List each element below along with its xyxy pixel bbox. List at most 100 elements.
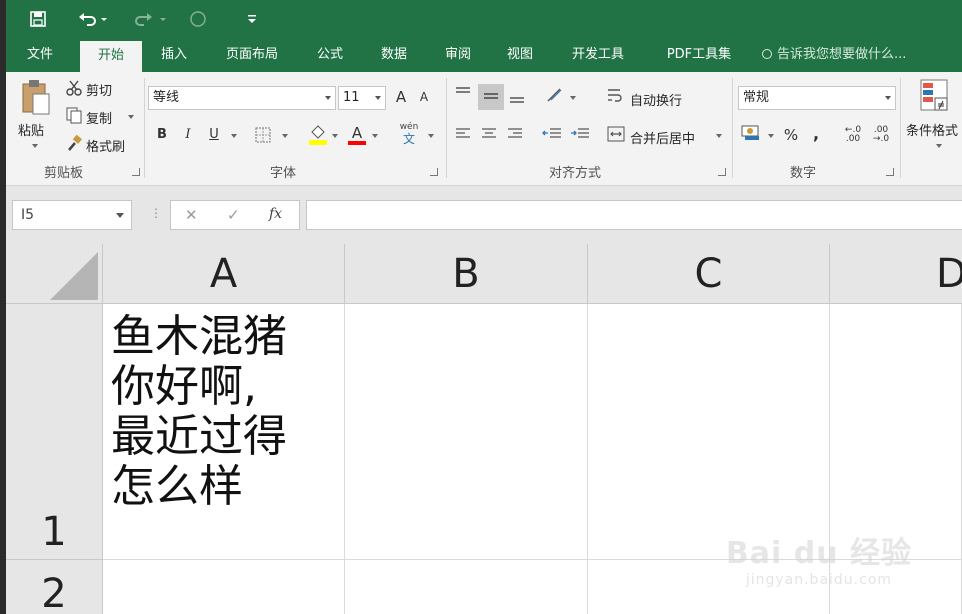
name-box[interactable]: I5	[12, 200, 132, 230]
tab-file[interactable]: 文件	[12, 38, 68, 72]
tab-formulas[interactable]: 公式	[306, 38, 354, 72]
title-bar	[6, 0, 962, 38]
number-launcher-icon[interactable]	[886, 168, 894, 176]
tab-insert[interactable]: 插入	[150, 38, 198, 72]
copy-button[interactable]: 复制	[86, 108, 112, 127]
paste-icon[interactable]	[16, 78, 56, 118]
scissors-icon[interactable]	[64, 79, 84, 97]
number-format-select[interactable]: 常规	[738, 86, 896, 110]
watermark-sub: jingyan.baidu.com	[745, 572, 893, 588]
column-header-c[interactable]: C	[588, 244, 830, 304]
cell-b2[interactable]	[345, 560, 588, 614]
insert-function-icon[interactable]: fx	[269, 206, 282, 222]
grow-font-button[interactable]: A	[392, 88, 410, 106]
paste-button[interactable]: 粘贴	[18, 120, 44, 139]
touch-mode-icon[interactable]	[186, 6, 210, 32]
resize-handle-icon[interactable]: ⋮	[150, 206, 162, 220]
wrap-text-icon[interactable]	[606, 88, 626, 106]
tab-home[interactable]: 开始	[80, 41, 142, 72]
cell-b1[interactable]	[345, 304, 588, 560]
clipboard-launcher-icon[interactable]	[132, 168, 140, 176]
column-header-b[interactable]: B	[345, 244, 588, 304]
enter-icon[interactable]: ✓	[227, 206, 240, 224]
paste-dropdown-icon[interactable]	[32, 144, 38, 148]
format-painter-icon[interactable]	[64, 134, 84, 152]
comma-style-button[interactable]: ,	[810, 124, 822, 143]
align-center-icon[interactable]	[480, 127, 498, 143]
accounting-format-icon[interactable]	[740, 124, 764, 144]
number-format-value: 常规	[743, 90, 770, 105]
merge-dropdown-icon[interactable]	[716, 134, 722, 138]
conditional-format-dropdown-icon[interactable]	[936, 144, 942, 148]
tab-developer[interactable]: 开发工具	[560, 38, 636, 72]
cell-a1-text: 鱼木混猪 你好啊, 最近过得 怎么样	[111, 311, 287, 512]
cell-c1[interactable]	[588, 304, 830, 560]
align-bottom-icon[interactable]	[508, 90, 526, 108]
alignment-launcher-icon[interactable]	[718, 168, 726, 176]
select-all-button[interactable]	[6, 244, 103, 304]
redo-icon[interactable]	[130, 6, 170, 32]
fill-color-dropdown-icon[interactable]	[332, 134, 338, 138]
increase-decimal-button[interactable]: ←.0 .00	[842, 126, 866, 144]
borders-icon[interactable]	[254, 127, 272, 143]
tell-me-search[interactable]: 告诉我您想要做什么...	[762, 38, 906, 72]
bold-button[interactable]: B	[154, 127, 170, 142]
font-launcher-icon[interactable]	[430, 168, 438, 176]
font-size-value: 11	[343, 90, 360, 105]
copy-dropdown-icon[interactable]	[128, 115, 134, 119]
phonetic-icon[interactable]: wén 文	[396, 122, 422, 146]
clipboard-group-label: 剪贴板	[44, 166, 84, 181]
row-header-2[interactable]: 2	[6, 560, 103, 614]
align-left-icon[interactable]	[454, 127, 472, 143]
cell-a2[interactable]	[103, 560, 345, 614]
column-header-d[interactable]: D	[830, 244, 962, 304]
cell-d1[interactable]	[830, 304, 962, 560]
phonetic-dropdown-icon[interactable]	[428, 134, 434, 138]
increase-indent-icon[interactable]	[570, 127, 590, 143]
save-icon[interactable]	[26, 6, 50, 32]
merge-center-icon[interactable]	[606, 126, 626, 144]
orientation-icon[interactable]	[544, 86, 566, 106]
align-right-icon[interactable]	[506, 127, 524, 143]
merge-center-button[interactable]: 合并后居中	[630, 128, 695, 147]
orientation-dropdown-icon[interactable]	[570, 96, 576, 100]
decrease-decimal-button[interactable]: .00 →.0	[870, 126, 894, 144]
formula-input[interactable]	[306, 200, 962, 230]
decrease-decimal-label: .00 →.0	[872, 125, 892, 144]
accounting-dropdown-icon[interactable]	[768, 134, 774, 138]
tab-review[interactable]: 审阅	[434, 38, 482, 72]
font-color-dropdown-icon[interactable]	[372, 134, 378, 138]
cell-a1[interactable]: 鱼木混猪 你好啊, 最近过得 怎么样	[103, 304, 345, 560]
font-color-icon[interactable]: A	[348, 124, 366, 146]
alignment-group-label: 对齐方式	[549, 166, 602, 181]
conditional-format-button[interactable]: 条件格式	[906, 120, 958, 139]
font-size-select[interactable]: 11	[338, 86, 386, 110]
align-top-icon[interactable]	[454, 86, 472, 104]
copy-icon[interactable]	[64, 106, 84, 124]
font-name-select[interactable]: 等线	[148, 86, 336, 110]
fill-color-icon[interactable]	[308, 124, 328, 146]
name-box-value: I5	[21, 207, 35, 223]
format-painter-button[interactable]: 格式刷	[86, 136, 125, 155]
italic-button[interactable]: I	[180, 127, 196, 142]
shrink-font-button[interactable]: A	[416, 90, 432, 104]
tab-pdf-tools[interactable]: PDF工具集	[654, 38, 744, 72]
underline-button[interactable]: U	[206, 127, 222, 142]
cancel-icon[interactable]: ✕	[185, 206, 198, 224]
borders-dropdown-icon[interactable]	[282, 134, 288, 138]
underline-dropdown-icon[interactable]	[231, 134, 237, 138]
conditional-format-icon[interactable]	[918, 78, 954, 114]
tab-page-layout[interactable]: 页面布局	[214, 38, 290, 72]
wrap-text-button[interactable]: 自动换行	[630, 90, 682, 109]
customize-qat-icon[interactable]	[244, 6, 260, 32]
column-header-a[interactable]: A	[103, 244, 345, 304]
percent-style-button[interactable]: %	[782, 126, 800, 144]
tab-view[interactable]: 视图	[496, 38, 544, 72]
undo-icon[interactable]	[76, 6, 110, 32]
tab-data[interactable]: 数据	[370, 38, 418, 72]
cut-button[interactable]: 剪切	[86, 80, 112, 99]
row-header-1[interactable]: 1	[6, 304, 103, 560]
group-divider	[732, 78, 733, 178]
align-middle-icon[interactable]	[478, 84, 504, 110]
decrease-indent-icon[interactable]	[542, 127, 562, 143]
